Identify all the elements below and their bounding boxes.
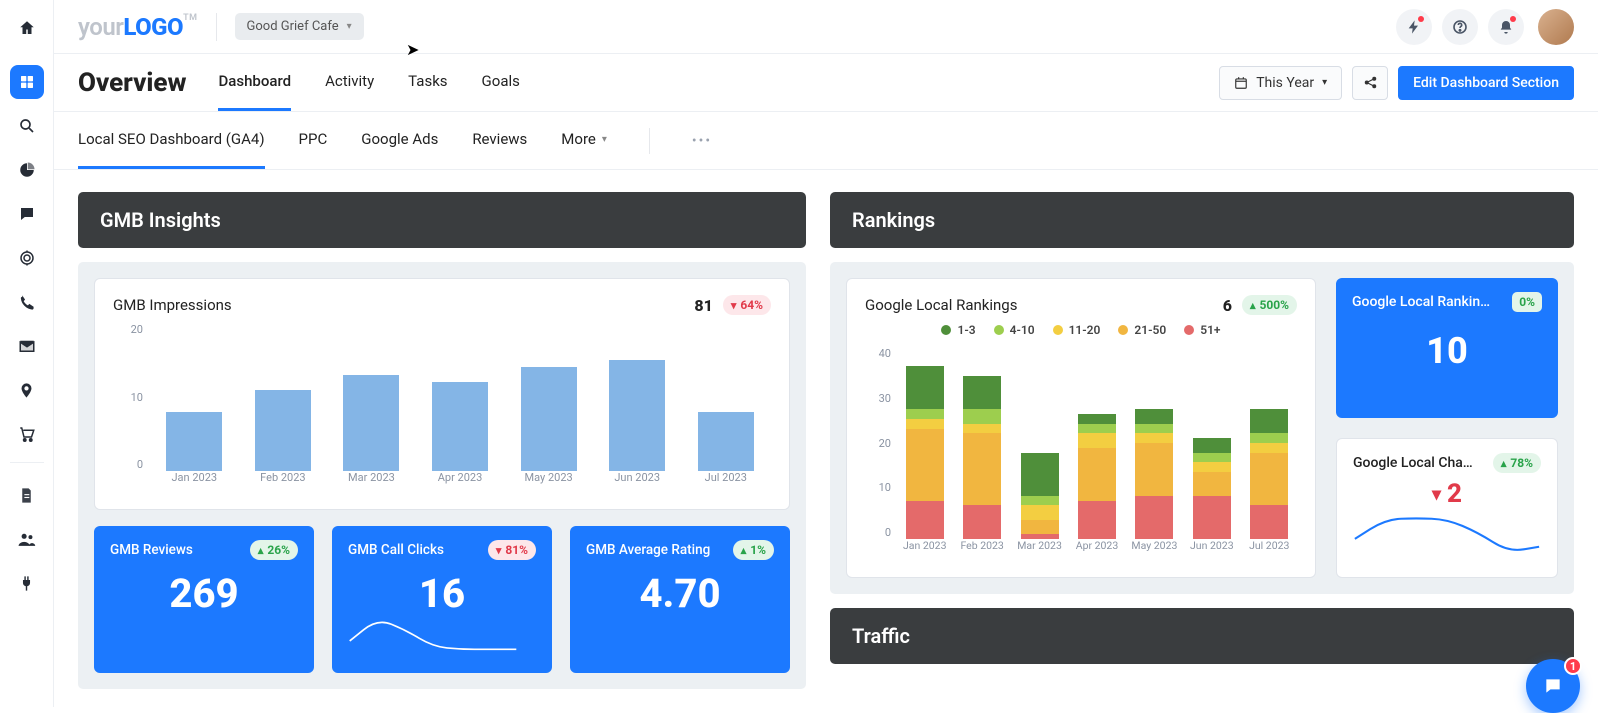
home-icon[interactable] [0,6,54,50]
floating-action-button[interactable]: 1 [1526,659,1580,713]
cart-icon[interactable] [0,412,54,456]
rankings-legend: 1-34-1011-2021-5051+ [865,323,1297,337]
notification-dot-icon [1418,16,1424,22]
calendar-icon [1234,76,1248,90]
gmb-column: GMB Insights GMB Impressions 81 64% 2010… [78,192,806,685]
card-value: 6 [1223,296,1232,315]
client-selector-label: Good Grief Cafe [247,19,339,34]
call-clicks-sparkline [348,617,518,651]
divider [649,128,650,154]
delta-badge: 26% [250,540,298,560]
help-button[interactable] [1442,9,1478,45]
gmb-avg-rating-card: GMB Average Rating 1% 4.70 [570,526,790,673]
section-header-gmb: GMB Insights [78,192,806,248]
notification-dot-icon [1510,16,1516,22]
envelope-icon[interactable] [0,324,54,368]
chevron-down-icon: ▾ [602,134,607,145]
pie-chart-icon[interactable] [0,148,54,192]
primary-tabs: Dashboard Activity Tasks Goals [218,54,519,111]
change-value: ▾2 [1432,479,1462,509]
dashboard-grid-icon[interactable] [10,65,44,99]
tab-activity[interactable]: Activity [325,54,374,111]
gmb-impressions-bar-chart: 20100 Jan 2023Feb 2023Mar 2023Apr 2023Ma… [113,323,771,493]
tab-ppc[interactable]: PPC [299,112,328,169]
top-bar: yourLOGOTM Good Grief Cafe ▾ [54,0,1598,54]
brand-logo: yourLOGOTM [78,13,198,41]
date-range-label: This Year [1256,75,1314,91]
lightning-notifications-button[interactable] [1396,9,1432,45]
tab-google-ads[interactable]: Google Ads [361,112,438,169]
delta-badge: 64% [723,295,771,315]
page-title: Overview [78,68,186,98]
tab-tasks[interactable]: Tasks [408,54,447,111]
gmb-body: GMB Impressions 81 64% 20100 Jan 2023Feb… [78,262,806,689]
tab-goals[interactable]: Goals [482,54,520,111]
client-selector[interactable]: Good Grief Cafe ▾ [235,13,364,40]
section-header-rankings: Rankings [830,192,1574,248]
delta-badge: 500% [1242,295,1297,315]
rankings-stacked-chart: 403020100 Jan 2023Feb 2023Mar 2023Apr 20… [865,347,1297,561]
delta-badge: 78% [1493,453,1541,473]
gmb-reviews-card: GMB Reviews 26% 269 [94,526,314,673]
fab-badge: 1 [1564,657,1582,675]
gmb-impressions-card: GMB Impressions 81 64% 20100 Jan 2023Feb… [94,278,790,510]
card-value: 81 [694,296,712,315]
left-nav-rail [0,0,54,707]
content-area: GMB Insights GMB Impressions 81 64% 2010… [54,170,1598,707]
rail-separator [10,462,44,463]
tab-dashboard[interactable]: Dashboard [218,54,291,111]
target-icon[interactable] [0,236,54,280]
section-header-traffic: Traffic [830,608,1574,664]
user-avatar[interactable] [1538,9,1574,45]
more-options-button[interactable]: ••• [692,133,712,149]
share-icon [1363,75,1378,90]
gmb-stat-row: GMB Reviews 26% 269 GMB Call Clicks 81% … [94,526,790,673]
dashboard-tabs: Local SEO Dashboard (GA4) PPC Google Ads… [54,112,1598,170]
tab-reviews[interactable]: Reviews [472,112,527,169]
share-button[interactable] [1352,66,1388,100]
plug-icon[interactable] [0,561,54,605]
rankings-column: Rankings Google Local Rankings 6 500% 1-… [830,192,1574,685]
divider [216,13,217,41]
rankings-stat-stack: Google Local Rankings 0% 10 Google Local… [1336,278,1558,578]
google-local-rankings-stat: Google Local Rankings 0% 10 [1336,278,1558,418]
secondary-bar: Overview Dashboard Activity Tasks Goals … [54,54,1598,112]
rankings-body: Google Local Rankings 6 500% 1-34-1011-2… [830,262,1574,594]
users-icon[interactable] [0,517,54,561]
delta-badge: 81% [488,540,536,560]
chevron-down-icon: ▾ [347,21,352,32]
card-title: GMB Impressions [113,296,232,314]
delta-badge: 1% [733,540,774,560]
card-title: Google Local Rankings [865,296,1017,314]
gmb-call-clicks-card: GMB Call Clicks 81% 16 [332,526,552,673]
google-local-rankings-card: Google Local Rankings 6 500% 1-34-1011-2… [846,278,1316,578]
change-sparkline [1353,515,1541,555]
map-pin-icon[interactable] [0,368,54,412]
chevron-down-icon: ▾ [1322,77,1327,88]
google-local-change-stat: Google Local Cha… 78% ▾2 [1336,438,1558,578]
search-icon[interactable] [0,104,54,148]
pct-badge: 0% [1512,292,1542,312]
edit-dashboard-label: Edit Dashboard Section [1413,75,1559,91]
chat-icon[interactable] [0,192,54,236]
phone-icon[interactable] [0,280,54,324]
bell-notifications-button[interactable] [1488,9,1524,45]
date-range-button[interactable]: This Year ▾ [1219,66,1342,100]
tab-more[interactable]: More▾ [561,112,607,169]
tab-local-seo[interactable]: Local SEO Dashboard (GA4) [78,112,265,169]
edit-dashboard-button[interactable]: Edit Dashboard Section [1398,66,1574,100]
document-icon[interactable] [0,473,54,517]
